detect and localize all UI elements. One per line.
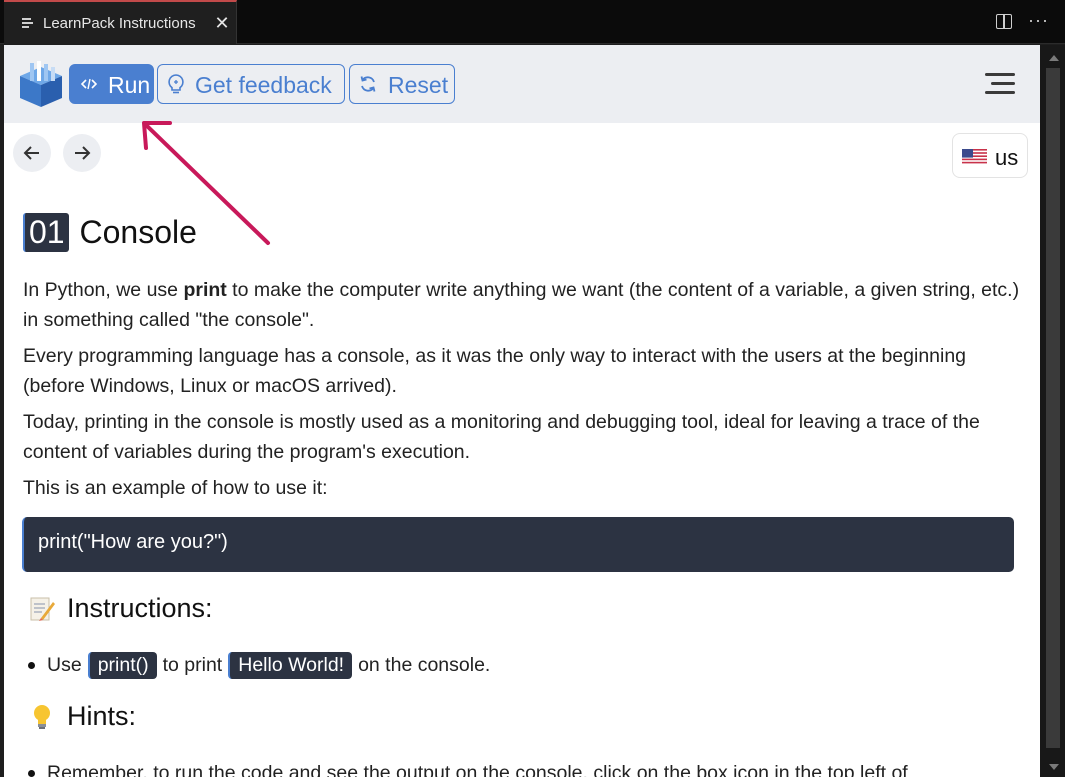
paragraph-1-start: In Python, we use [23, 279, 184, 301]
hints-heading-text: Hints: [67, 701, 137, 731]
run-button[interactable]: Run [69, 64, 154, 104]
lightbulb-icon [168, 74, 184, 94]
reset-label: Reset [388, 72, 449, 98]
lesson-number-badge: 01 [23, 213, 69, 252]
refresh-icon [360, 76, 376, 92]
arrow-right-icon [75, 146, 91, 160]
language-label: us [995, 145, 1019, 170]
next-step-button[interactable] [63, 134, 101, 172]
bullet-dot [28, 662, 35, 669]
instruction-middle: to print [162, 654, 223, 676]
lesson-title-text: Console [79, 214, 197, 250]
reset-button[interactable]: Reset [349, 64, 455, 104]
scroll-down-icon[interactable] [1049, 764, 1059, 770]
scrollbar-thumb[interactable] [1046, 68, 1060, 748]
code-brackets-icon [80, 78, 98, 90]
instructions-heading-text: Instructions: [67, 593, 213, 623]
instructions-pane: Run Get feedback Reset us 01 Console In … [4, 45, 1040, 777]
memo-icon [30, 597, 55, 621]
bullet-dot [28, 770, 35, 777]
get-feedback-button[interactable]: Get feedback [157, 64, 345, 104]
learnpack-toolbar: Run Get feedback Reset [4, 45, 1040, 123]
code-example-block: print("How are you?") [22, 517, 1014, 572]
arrow-left-icon [23, 146, 39, 160]
split-editor-icon[interactable] [996, 14, 1012, 29]
instruction-prefix: Use [47, 654, 82, 676]
get-feedback-label: Get feedback [195, 72, 332, 98]
language-selector[interactable]: us [952, 133, 1028, 178]
instruction-suffix: on the console. [358, 654, 491, 676]
previous-step-button[interactable] [13, 134, 51, 172]
close-tab-icon[interactable]: ✕ [212, 13, 232, 33]
hint-text: Remember, to run the code and see the ou… [47, 762, 908, 777]
us-flag-icon [962, 149, 987, 165]
hint-list-item: Remember, to run the code and see the ou… [28, 762, 908, 777]
instruction-list-item: Use print() to print Hello World! on the… [28, 652, 490, 679]
document-lines-icon [22, 18, 34, 29]
paragraph-3: Today, printing in the console is mostly… [23, 411, 980, 463]
hints-heading: Hints: [27, 701, 136, 732]
instructions-heading: Instructions: [27, 593, 213, 624]
inline-code-hello-world: Hello World! [228, 652, 353, 679]
learnpack-logo [20, 61, 62, 107]
paragraph-1: In Python, we use print to make the comp… [23, 275, 1023, 335]
paragraph-4: This is an example of how to use it: [23, 477, 328, 499]
run-button-label: Run [108, 72, 151, 98]
lightbulb-emoji-icon [34, 704, 50, 729]
more-actions-icon[interactable]: ··· [1028, 10, 1049, 31]
paragraph-2: Every programming language has a console… [23, 345, 967, 397]
editor-tab-bar: LearnPack Instructions ✕ ··· [0, 0, 1065, 44]
print-keyword: print [183, 279, 227, 301]
lesson-title: 01 Console [23, 213, 197, 252]
scroll-up-icon[interactable] [1049, 55, 1059, 61]
inline-code-print: print() [87, 652, 157, 679]
tab-title: LearnPack Instructions [43, 15, 196, 32]
hamburger-menu-icon[interactable] [983, 73, 1015, 95]
tab-learnpack-instructions[interactable]: LearnPack Instructions ✕ [4, 0, 237, 44]
